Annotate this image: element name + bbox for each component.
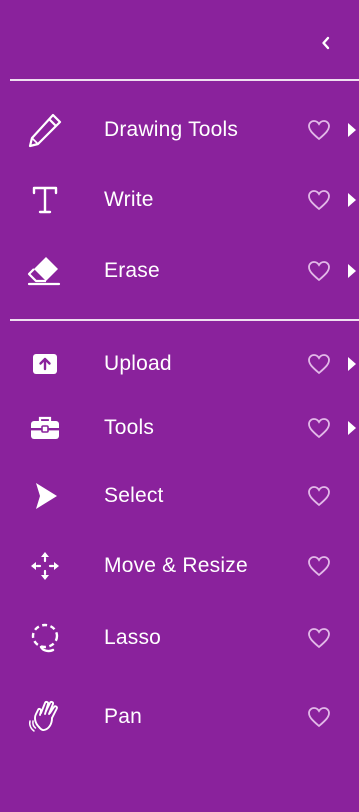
- lasso-icon: [22, 615, 68, 661]
- favorite-heart-icon[interactable]: [306, 554, 332, 578]
- menu-item-label: Tools: [104, 416, 155, 439]
- favorite-heart-icon[interactable]: [306, 626, 332, 650]
- divider: [10, 319, 359, 321]
- favorite-heart-icon[interactable]: [306, 705, 332, 729]
- submenu-arrow-icon: [348, 419, 359, 437]
- menu-item-label: Upload: [104, 352, 172, 375]
- move-arrows-icon: [22, 543, 68, 589]
- menu-item-erase[interactable]: Erase: [0, 243, 359, 299]
- menu-item-write[interactable]: Write: [0, 172, 359, 228]
- chevron-left-icon: [322, 36, 330, 50]
- menu-item-drawing-tools[interactable]: Drawing Tools: [0, 102, 359, 158]
- favorite-heart-icon[interactable]: [306, 188, 332, 212]
- tools-side-panel: Drawing Tools Write Erase Upload Tools S…: [0, 0, 359, 812]
- menu-item-label: Pan: [104, 705, 142, 728]
- submenu-arrow-icon: [348, 262, 359, 280]
- menu-item-label: Move & Resize: [104, 554, 248, 577]
- upload-icon: [22, 341, 68, 387]
- eraser-icon: [22, 248, 68, 294]
- menu-item-select[interactable]: Select: [0, 468, 359, 524]
- menu-item-label: Lasso: [104, 626, 162, 649]
- menu-item-label: Write: [104, 188, 154, 211]
- menu-item-label: Select: [104, 484, 164, 507]
- submenu-arrow-icon: [348, 355, 359, 373]
- menu-item-upload[interactable]: Upload: [0, 336, 359, 392]
- toolbox-icon: [22, 405, 68, 451]
- menu-item-pan[interactable]: Pan: [0, 689, 359, 745]
- collapse-panel-button[interactable]: [315, 28, 337, 58]
- favorite-heart-icon[interactable]: [306, 118, 332, 142]
- menu-item-label: Drawing Tools: [104, 118, 239, 141]
- text-icon: [22, 177, 68, 223]
- divider: [10, 79, 359, 81]
- menu-item-tools[interactable]: Tools: [0, 400, 359, 456]
- favorite-heart-icon[interactable]: [306, 259, 332, 283]
- favorite-heart-icon[interactable]: [306, 352, 332, 376]
- submenu-arrow-icon: [348, 191, 359, 209]
- submenu-arrow-icon: [348, 121, 359, 139]
- favorite-heart-icon[interactable]: [306, 484, 332, 508]
- menu-item-label: Erase: [104, 259, 160, 282]
- menu-item-lasso[interactable]: Lasso: [0, 610, 359, 666]
- pointer-icon: [22, 473, 68, 519]
- favorite-heart-icon[interactable]: [306, 416, 332, 440]
- pencil-icon: [22, 107, 68, 153]
- menu-item-move-resize[interactable]: Move & Resize: [0, 538, 359, 594]
- hand-icon: [22, 694, 68, 740]
